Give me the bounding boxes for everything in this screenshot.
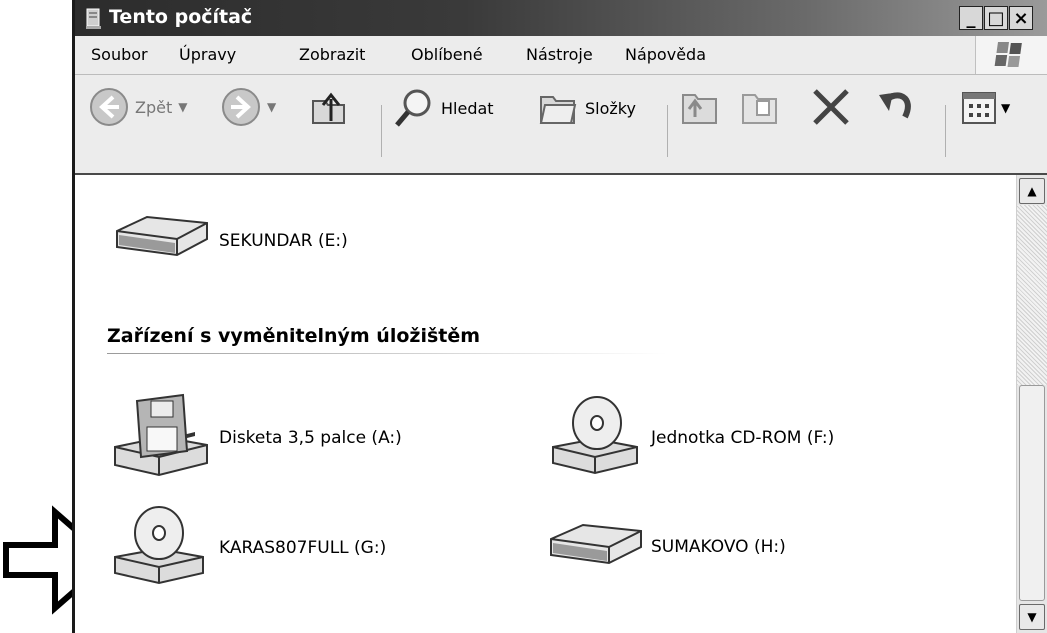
- back-arrow-icon: [90, 88, 128, 126]
- windows-flag-icon: [994, 42, 1022, 67]
- scroll-track[interactable]: [1017, 205, 1047, 385]
- menu-upravy[interactable]: Úpravy: [179, 45, 236, 64]
- views-icon: [962, 92, 996, 124]
- maximize-button[interactable]: □: [984, 6, 1008, 30]
- menu-zobrazit[interactable]: Zobrazit: [299, 45, 365, 64]
- toolbar-separator: [667, 105, 668, 157]
- group-heading-removable: Zařízení s vyměnitelným úložištěm: [107, 325, 481, 347]
- removable-disk-icon: [550, 523, 642, 565]
- forward-arrow-icon: [222, 88, 260, 126]
- toolbar-separator: [381, 105, 382, 157]
- forward-button[interactable]: ▼: [221, 87, 276, 127]
- folders-button[interactable]: Složky: [537, 87, 636, 129]
- menu-soubor[interactable]: Soubor: [91, 45, 148, 64]
- minimize-button[interactable]: _: [959, 6, 983, 30]
- move-to-button[interactable]: [679, 87, 723, 129]
- undo-button[interactable]: [875, 87, 919, 129]
- move-to-icon: [682, 94, 717, 124]
- back-button[interactable]: Zpět ▼: [89, 87, 187, 127]
- copy-to-button[interactable]: [739, 87, 783, 129]
- toolbar-separator: [945, 105, 946, 157]
- group-divider: [107, 353, 667, 354]
- explorer-window: Tento počítač _ □ × Soubor Úpravy Zobraz…: [72, 0, 1047, 633]
- drive-item[interactable]: Jednotka CD-ROM (F:): [545, 393, 834, 483]
- forward-dropdown-icon[interactable]: ▼: [267, 100, 276, 114]
- drive-item[interactable]: KARAS807FULL (G:): [103, 503, 386, 593]
- menu-napoveda[interactable]: Nápověda: [625, 45, 706, 64]
- scroll-thumb[interactable]: [1019, 385, 1045, 601]
- title-bar[interactable]: Tento počítač _ □ ×: [75, 0, 1047, 36]
- close-button[interactable]: ×: [1009, 6, 1033, 30]
- windows-logo: [975, 36, 1047, 74]
- drive-item[interactable]: Disketa 3,5 palce (A:): [103, 393, 402, 483]
- delete-button[interactable]: [809, 87, 853, 129]
- menu-nastroje[interactable]: Nástroje: [526, 45, 593, 64]
- views-button[interactable]: ▼: [961, 89, 1010, 127]
- views-dropdown-icon[interactable]: ▼: [1001, 101, 1010, 115]
- menu-oblibene[interactable]: Oblíbené: [411, 45, 483, 64]
- scroll-up-button[interactable]: ▲: [1019, 178, 1045, 204]
- search-button[interactable]: Hledat: [393, 87, 494, 129]
- back-dropdown-icon[interactable]: ▼: [178, 100, 187, 114]
- floppy-drive-icon: [114, 393, 208, 477]
- cd-drive-icon: [552, 396, 638, 475]
- hard-drive-icon: [116, 215, 208, 257]
- up-folder-icon: [312, 92, 345, 124]
- magnifier-icon: [395, 89, 431, 127]
- computer-icon: [86, 8, 101, 29]
- folders-icon: [539, 96, 577, 124]
- drive-item[interactable]: SUMAKOVO (H:): [545, 519, 786, 575]
- drive-item[interactable]: SEKUNDAR (E:): [103, 213, 348, 269]
- up-button[interactable]: [307, 85, 351, 129]
- menu-bar: Soubor Úpravy Zobrazit Oblíbené Nástroje…: [75, 36, 1047, 75]
- delete-x-icon: [813, 89, 849, 125]
- content-pane: SEKUNDAR (E:) Zařízení s vyměnitelným úl…: [75, 175, 1047, 633]
- toolbar: Zpět ▼ ▼ Hledat Složky ▼: [75, 75, 1047, 175]
- cd-drive-icon: [114, 506, 204, 585]
- undo-icon: [879, 92, 911, 119]
- copy-to-icon: [742, 94, 777, 124]
- vertical-scrollbar[interactable]: ▲ ▼: [1016, 175, 1047, 633]
- scroll-down-button[interactable]: ▼: [1019, 604, 1045, 630]
- window-title: Tento počítač: [109, 6, 253, 28]
